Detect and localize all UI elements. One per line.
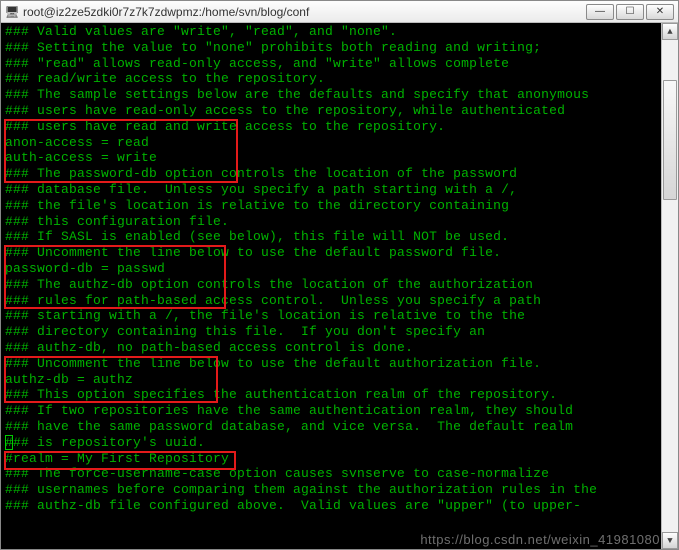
close-button[interactable]: ✕ <box>646 4 674 20</box>
scroll-down-button[interactable]: ▼ <box>662 532 678 549</box>
scroll-up-button[interactable]: ▲ <box>662 23 678 40</box>
watermark-text: https://blog.csdn.net/weixin_41981080 <box>420 532 660 547</box>
terminal-area[interactable]: ### Valid values are "write", "read", an… <box>1 23 678 549</box>
app-icon: 🖥 <box>5 5 19 19</box>
minimize-button[interactable]: — <box>586 4 614 20</box>
window-controls: — ☐ ✕ <box>586 4 674 20</box>
scroll-thumb[interactable] <box>663 80 677 200</box>
window-title: root@iz2ze5zdki0r7z7k7zdwpmz:/home/svn/b… <box>23 5 586 19</box>
scroll-track[interactable] <box>662 40 678 532</box>
maximize-button[interactable]: ☐ <box>616 4 644 20</box>
terminal-text[interactable]: ### Valid values are "write", "read", an… <box>1 23 678 515</box>
titlebar[interactable]: 🖥 root@iz2ze5zdki0r7z7k7zdwpmz:/home/svn… <box>1 1 678 23</box>
vertical-scrollbar[interactable]: ▲ ▼ <box>661 23 678 549</box>
cursor-indicator <box>5 435 13 450</box>
terminal-window: 🖥 root@iz2ze5zdki0r7z7k7zdwpmz:/home/svn… <box>0 0 679 550</box>
